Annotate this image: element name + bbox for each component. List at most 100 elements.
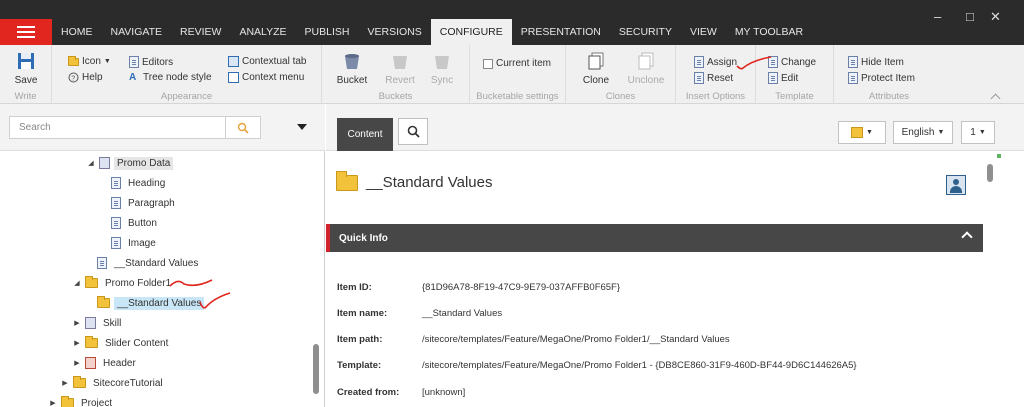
panel-icon bbox=[851, 127, 864, 138]
tree-node-heading[interactable]: Heading bbox=[111, 174, 168, 192]
tree-node-project[interactable]: ▶ Project bbox=[49, 394, 115, 407]
font-style-icon: A bbox=[129, 72, 137, 83]
app-menu-button[interactable] bbox=[0, 19, 52, 45]
tab-analyze[interactable]: ANALYZE bbox=[230, 19, 295, 45]
tree-node-sitecore-tutorial[interactable]: ▶ SitecoreTutorial bbox=[61, 374, 166, 392]
chevron-down-icon: ▼ bbox=[866, 129, 873, 136]
icon-button[interactable]: Icon ▼ bbox=[68, 55, 111, 67]
minimize-button[interactable]: – bbox=[934, 10, 941, 24]
unclone-icon bbox=[636, 51, 656, 73]
tab-home[interactable]: HOME bbox=[52, 19, 102, 45]
search-tab[interactable] bbox=[398, 118, 428, 145]
tree-node-image[interactable]: Image bbox=[111, 234, 159, 252]
editor-scrollbar[interactable] bbox=[987, 164, 993, 182]
chevron-down-icon: ▼ bbox=[978, 129, 986, 136]
clone-label: Clone bbox=[582, 75, 610, 86]
assign-button[interactable]: Assign bbox=[694, 56, 737, 68]
language-label: English bbox=[901, 127, 935, 138]
collapsed-arrow-icon[interactable]: ▶ bbox=[49, 399, 57, 407]
top-bar: HOME NAVIGATE REVIEW ANALYZE PUBLISH VER… bbox=[0, 0, 1024, 45]
group-title-bucketable: Bucketable settings bbox=[476, 91, 559, 102]
clone-button[interactable]: Clone bbox=[576, 51, 616, 86]
tree-node-promo-folder1[interactable]: ◢ Promo Folder1 bbox=[73, 274, 174, 292]
save-label: Save bbox=[14, 75, 38, 86]
collapse-ribbon-icon[interactable] bbox=[990, 93, 1001, 104]
tree-node-standard-values-1[interactable]: __Standard Values bbox=[97, 254, 201, 272]
item-title: __Standard Values bbox=[366, 174, 493, 191]
sync-button[interactable]: Sync bbox=[422, 51, 462, 86]
change-button[interactable]: Change bbox=[768, 56, 816, 68]
quick-info-section-header[interactable]: Quick Info bbox=[326, 224, 983, 252]
reset-button[interactable]: Reset bbox=[694, 72, 733, 84]
tree-node-header[interactable]: ▶ Header bbox=[73, 354, 139, 372]
search-input[interactable] bbox=[9, 116, 226, 139]
tab-review[interactable]: REVIEW bbox=[171, 19, 230, 45]
bucket-button[interactable]: Bucket bbox=[332, 51, 372, 86]
language-selector[interactable]: English ▼ bbox=[893, 121, 953, 144]
field-label: Created from: bbox=[337, 387, 400, 398]
bucket-icon bbox=[342, 51, 362, 73]
tree-node-style-button[interactable]: A Tree node style bbox=[129, 72, 212, 83]
restore-button[interactable]: □ bbox=[966, 10, 974, 24]
tree-node-label: Promo Data bbox=[114, 156, 174, 170]
tree-node-standard-values-selected[interactable]: __Standard Values bbox=[97, 294, 205, 312]
group-title-insert-options: Insert Options bbox=[685, 91, 746, 102]
contextual-tab-icon bbox=[228, 56, 239, 67]
tab-presentation[interactable]: PRESENTATION bbox=[512, 19, 610, 45]
user-icon[interactable] bbox=[946, 175, 966, 195]
context-menu-button[interactable]: Context menu bbox=[228, 72, 304, 83]
template-icon bbox=[99, 157, 110, 169]
editors-button[interactable]: Editors bbox=[129, 56, 173, 68]
field-icon bbox=[111, 197, 121, 209]
tree-node-paragraph[interactable]: Paragraph bbox=[111, 194, 178, 212]
tab-publish[interactable]: PUBLISH bbox=[296, 19, 359, 45]
tab-view[interactable]: VIEW bbox=[681, 19, 726, 45]
quick-info-title: Quick Info bbox=[339, 232, 388, 244]
collapsed-arrow-icon[interactable]: ▶ bbox=[73, 339, 81, 347]
pen-annotation-underline bbox=[169, 279, 213, 287]
save-button[interactable]: Save bbox=[6, 51, 46, 86]
contextual-tab-button[interactable]: Contextual tab bbox=[228, 56, 307, 67]
tab-my-toolbar[interactable]: MY TOOLBAR bbox=[726, 19, 812, 45]
bucket-label: Bucket bbox=[336, 75, 368, 86]
context-menu-icon bbox=[228, 72, 239, 83]
tree-node-button[interactable]: Button bbox=[111, 214, 160, 232]
clone-icon bbox=[586, 51, 606, 73]
collapsed-arrow-icon[interactable]: ▶ bbox=[73, 359, 81, 367]
tree-node-promo-data[interactable]: ◢ Promo Data bbox=[87, 154, 174, 172]
tree-scrollbar[interactable] bbox=[313, 344, 319, 394]
hide-item-button[interactable]: Hide Item bbox=[848, 56, 904, 68]
collapsed-arrow-icon[interactable]: ▶ bbox=[73, 319, 81, 327]
tab-configure[interactable]: CONFIGURE bbox=[430, 19, 512, 45]
chevron-up-icon[interactable] bbox=[961, 231, 973, 243]
tree-node-skill[interactable]: ▶ Skill bbox=[73, 314, 124, 332]
field-icon bbox=[111, 217, 121, 229]
close-button[interactable]: ✕ bbox=[990, 10, 1001, 24]
unclone-label: Unclone bbox=[627, 75, 665, 86]
unclone-button[interactable]: Unclone bbox=[624, 51, 668, 86]
tree-dropdown-icon[interactable] bbox=[297, 124, 307, 130]
template-icon bbox=[85, 357, 96, 369]
tab-navigate[interactable]: NAVIGATE bbox=[102, 19, 172, 45]
tree-node-slider-content[interactable]: ▶ Slider Content bbox=[73, 334, 171, 352]
search-icon bbox=[407, 125, 420, 138]
tab-security[interactable]: SECURITY bbox=[610, 19, 681, 45]
content-tab[interactable]: Content bbox=[337, 118, 393, 151]
group-clones: Clone Unclone Clones bbox=[566, 45, 676, 104]
folder-icon bbox=[61, 396, 74, 407]
tree-node-label: __Standard Values bbox=[114, 296, 205, 310]
current-item-checkbox[interactable]: Current item bbox=[483, 58, 551, 69]
protect-item-button[interactable]: Protect Item bbox=[848, 72, 915, 84]
collapsed-arrow-icon[interactable]: ▶ bbox=[61, 379, 69, 387]
tree-node-label: SitecoreTutorial bbox=[93, 377, 163, 389]
version-selector[interactable]: 1 ▼ bbox=[961, 121, 995, 144]
field-value: {81D96A78-8F19-47C9-9E79-037AFFB0F65F} bbox=[422, 282, 621, 293]
tab-versions[interactable]: VERSIONS bbox=[358, 19, 430, 45]
field-label: Template: bbox=[337, 360, 382, 371]
expanded-arrow-icon[interactable]: ◢ bbox=[73, 279, 81, 287]
search-button[interactable] bbox=[226, 116, 261, 139]
expanded-arrow-icon[interactable]: ◢ bbox=[87, 159, 95, 167]
help-button[interactable]: ? Help bbox=[68, 72, 103, 83]
item-options-button[interactable]: ▼ bbox=[838, 121, 886, 144]
revert-button[interactable]: Revert bbox=[380, 51, 420, 86]
